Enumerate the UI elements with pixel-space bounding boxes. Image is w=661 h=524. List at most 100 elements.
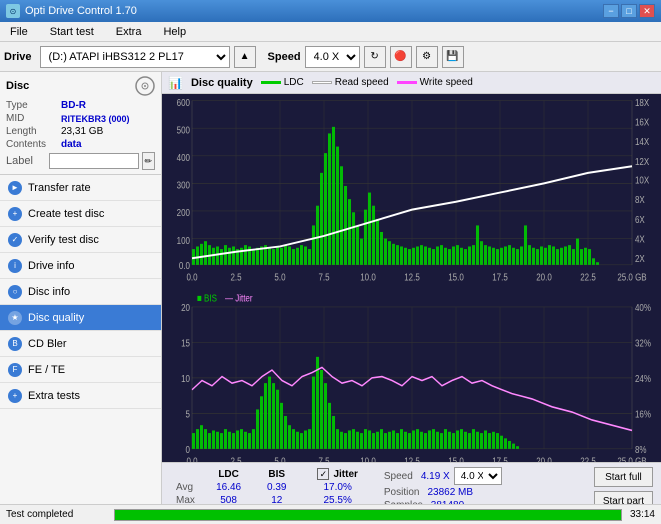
svg-text:0.0: 0.0 <box>186 272 197 283</box>
svg-text:7.5: 7.5 <box>318 272 329 283</box>
nav-icon-disc-info: ○ <box>8 285 22 299</box>
nav-verify-test-disc[interactable]: ✓ Verify test disc <box>0 227 161 253</box>
speed-value: 4.19 X <box>421 471 450 482</box>
jitter-header: Jitter <box>333 469 357 480</box>
svg-text:■ BIS: ■ BIS <box>197 293 217 304</box>
menu-extra[interactable]: Extra <box>110 24 148 40</box>
menu-start-test[interactable]: Start test <box>44 24 100 40</box>
nav-extra-tests[interactable]: + Extra tests <box>0 383 161 409</box>
label-edit-button[interactable]: ✏ <box>142 152 156 170</box>
maximize-button[interactable]: □ <box>621 4 637 18</box>
label-input[interactable] <box>49 153 139 169</box>
nav-transfer-rate[interactable]: ► Transfer rate <box>0 175 161 201</box>
svg-text:16X: 16X <box>635 117 650 128</box>
svg-text:300: 300 <box>177 180 190 191</box>
status-text: Test completed <box>6 509 106 520</box>
minimize-button[interactable]: − <box>603 4 619 18</box>
legend-color-write-speed <box>397 81 417 84</box>
speed-select-stats[interactable]: 4.0 X <box>454 467 502 485</box>
svg-text:15: 15 <box>181 337 190 348</box>
charts-container: 600 500 400 300 200 100 0.0 18X 16X 14X … <box>162 94 661 524</box>
save-button[interactable]: 💾 <box>442 46 464 68</box>
nav-icon-fe-te: F <box>8 363 22 377</box>
nav-icon-cd-bler: B <box>8 337 22 351</box>
svg-text:14X: 14X <box>635 136 650 147</box>
svg-text:100: 100 <box>177 235 190 246</box>
svg-text:10X: 10X <box>635 174 650 185</box>
burn-button[interactable]: 🔴 <box>390 46 412 68</box>
content-area: 📊 Disc quality LDC Read speed Write spee… <box>162 72 661 524</box>
eject-button[interactable]: ▲ <box>234 46 256 68</box>
nav-label-cd-bler: CD Bler <box>28 338 67 350</box>
close-button[interactable]: ✕ <box>639 4 655 18</box>
speed-select[interactable]: 4.0 X <box>305 46 360 68</box>
avg-ldc: 16.46 <box>203 481 254 494</box>
start-full-button[interactable]: Start full <box>594 467 653 487</box>
drive-label: Drive <box>4 51 32 63</box>
svg-text:40%: 40% <box>635 302 651 313</box>
svg-text:8%: 8% <box>635 444 647 455</box>
svg-text:5.0: 5.0 <box>274 272 285 283</box>
nav-cd-bler[interactable]: B CD Bler <box>0 331 161 357</box>
progress-bar-container <box>114 509 622 521</box>
legend-label-read-speed: Read speed <box>335 77 389 88</box>
refresh-button[interactable]: ↻ <box>364 46 386 68</box>
nav-icon-extra-tests: + <box>8 389 22 403</box>
type-label: Type <box>6 100 61 111</box>
jitter-section: ✓ Jitter <box>317 468 357 480</box>
settings-button[interactable]: ⚙ <box>416 46 438 68</box>
disc-icon <box>135 76 155 96</box>
svg-text:6X: 6X <box>635 214 645 225</box>
menu-file[interactable]: File <box>4 24 34 40</box>
svg-text:12X: 12X <box>635 156 650 167</box>
toolbar: Drive (D:) ATAPI iHBS312 2 PL17 ▲ Speed … <box>0 42 661 72</box>
position-label: Position <box>384 487 420 498</box>
svg-text:2.5: 2.5 <box>230 272 241 283</box>
contents-label: Contents <box>6 139 61 150</box>
nav-fe-te[interactable]: F FE / TE <box>0 357 161 383</box>
svg-text:24%: 24% <box>635 373 651 384</box>
disc-section-title: Disc <box>6 80 29 92</box>
nav-label-create-test-disc: Create test disc <box>28 208 104 220</box>
svg-text:16%: 16% <box>635 408 651 419</box>
title-bar: ⊙ Opti Drive Control 1.70 − □ ✕ <box>0 0 661 22</box>
svg-text:20.0: 20.0 <box>536 272 552 283</box>
main-layout: Disc Type BD-R MID RITEKBR3 (000) Lengt <box>0 72 661 524</box>
legend-label-write-speed: Write speed <box>420 77 473 88</box>
avg-jitter: 17.0% <box>311 481 363 494</box>
nav-drive-info[interactable]: i Drive info <box>0 253 161 279</box>
svg-text:5: 5 <box>186 408 190 419</box>
svg-text:12.5: 12.5 <box>404 272 420 283</box>
bottom-bar: Test completed 33:14 <box>0 504 661 524</box>
avg-label: Avg <box>170 481 203 494</box>
stats-header-ldc: LDC <box>203 467 254 481</box>
chart-header: 📊 Disc quality LDC Read speed Write spee… <box>162 72 661 94</box>
length-value: 23,31 GB <box>61 126 103 137</box>
legend-color-read-speed <box>312 81 332 84</box>
contents-value: data <box>61 139 82 150</box>
legend-write-speed: Write speed <box>397 77 473 88</box>
nav-create-test-disc[interactable]: + Create test disc <box>0 201 161 227</box>
nav-label-transfer-rate: Transfer rate <box>28 182 91 194</box>
nav-icon-drive-info: i <box>8 259 22 273</box>
mid-label: MID <box>6 113 61 124</box>
drive-select[interactable]: (D:) ATAPI iHBS312 2 PL17 <box>40 46 230 68</box>
svg-text:500: 500 <box>177 124 190 135</box>
sidebar: Disc Type BD-R MID RITEKBR3 (000) Lengt <box>0 72 162 524</box>
nav-label-disc-info: Disc info <box>28 286 70 298</box>
nav-disc-quality[interactable]: ★ Disc quality <box>0 305 161 331</box>
menu-help[interactable]: Help <box>157 24 192 40</box>
jitter-checkbox[interactable]: ✓ <box>317 468 329 480</box>
progress-bar-fill <box>115 510 621 520</box>
nav-icon-transfer-rate: ► <box>8 181 22 195</box>
legend-color-ldc <box>261 81 281 84</box>
nav-label-extra-tests: Extra tests <box>28 390 80 402</box>
svg-text:32%: 32% <box>635 337 651 348</box>
disc-panel: Disc Type BD-R MID RITEKBR3 (000) Lengt <box>0 72 161 175</box>
legend-label-ldc: LDC <box>284 77 304 88</box>
svg-text:2X: 2X <box>635 253 645 264</box>
svg-text:10: 10 <box>181 373 190 384</box>
chart-title: Disc quality <box>191 77 253 89</box>
nav-disc-info[interactable]: ○ Disc info <box>0 279 161 305</box>
app-icon: ⊙ <box>6 4 20 18</box>
